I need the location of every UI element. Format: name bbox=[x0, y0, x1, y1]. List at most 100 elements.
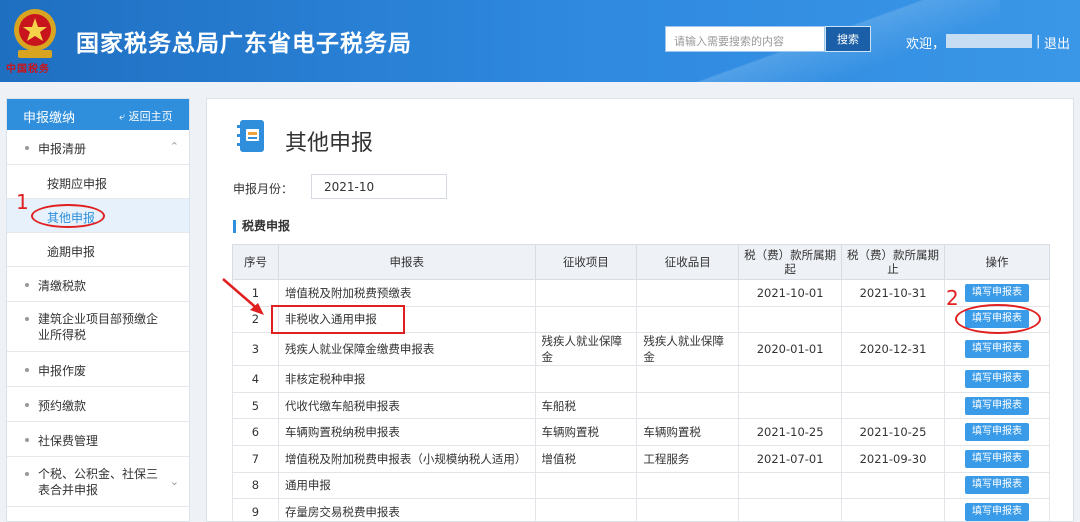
collection-item bbox=[534, 365, 638, 393]
collection-item bbox=[534, 279, 638, 307]
bullet-icon bbox=[25, 472, 29, 476]
back-home-link[interactable]: ⤶ 返回主页 bbox=[119, 108, 173, 124]
fill-form-button[interactable]: 填写申报表 bbox=[964, 396, 1029, 415]
action-cell: 填写申报表 bbox=[943, 391, 1051, 420]
period-end bbox=[841, 305, 945, 334]
column-header: 征收项目 bbox=[534, 244, 638, 280]
row-number: 3 bbox=[232, 332, 279, 367]
row-number: 8 bbox=[232, 471, 279, 500]
row-number: 5 bbox=[232, 391, 279, 420]
sidebar-item-void[interactable]: 申报作废 bbox=[7, 352, 189, 387]
sidebar-item-declaration-list[interactable]: 申报清册 ⌃ bbox=[7, 130, 189, 165]
table-row: 6 车辆购置税纳税申报表 车辆购置税 车辆购置税 2021-10-25 2021-10-2… bbox=[232, 418, 1051, 446]
collection-subitem bbox=[636, 391, 740, 420]
period-start: 2021-10-25 bbox=[738, 418, 843, 446]
action-cell: 填写申报表 bbox=[943, 279, 1051, 307]
sidebar-item-construction[interactable]: 建筑企业项目部预缴企业所得税 bbox=[7, 302, 189, 352]
fill-form-button[interactable]: 填写申报表 bbox=[964, 423, 1029, 442]
collection-item: 车船税 bbox=[534, 391, 638, 420]
collection-item bbox=[534, 305, 638, 334]
table-row: 1 增值税及附加税费预缴表 2021-10-01 2021-10-31 填写申报表 bbox=[232, 279, 1051, 307]
period-end bbox=[841, 365, 945, 393]
page-title: 其他申报 bbox=[285, 131, 374, 156]
period-start: 2021-07-01 bbox=[738, 444, 843, 473]
column-header: 序号 bbox=[232, 244, 279, 280]
table-row: 4 非核定税种申报 填写申报表 bbox=[232, 365, 1051, 393]
fill-form-button[interactable]: 填写申报表 bbox=[964, 476, 1029, 495]
period-start: 2020-01-01 bbox=[738, 332, 843, 367]
sidebar-item-social[interactable]: 社保费管理 bbox=[7, 422, 189, 457]
collection-subitem: 工程服务 bbox=[636, 444, 740, 473]
sidebar-item-label: 清缴税款 bbox=[38, 279, 87, 293]
collection-item bbox=[534, 471, 638, 500]
collection-subitem bbox=[636, 498, 740, 522]
declaration-table: 序号 申报表 征收项目 征收品目 税（费）款所属期起 税（费）款所属期止 操作 … bbox=[232, 244, 1051, 522]
annotation-circle-fill-button bbox=[955, 304, 1041, 334]
sidebar-item-label: 申报清册 bbox=[38, 142, 87, 156]
top-header: 中国税务 国家税务总局广东省电子税务局 请输入需要搜索的内容 搜索 欢迎， | … bbox=[0, 0, 1080, 82]
search-input[interactable]: 请输入需要搜索的内容 bbox=[665, 26, 825, 52]
period-start bbox=[738, 305, 843, 334]
bullet-icon bbox=[25, 317, 29, 321]
column-header: 税（费）款所属期止 bbox=[841, 244, 945, 280]
period-start bbox=[738, 391, 843, 420]
period-end: 2020-12-31 bbox=[841, 332, 945, 367]
annotation-number-2: 2 bbox=[946, 286, 959, 310]
action-cell: 填写申报表 bbox=[943, 365, 1051, 393]
month-field[interactable]: 2021-10 bbox=[311, 174, 447, 199]
annotation-box-nontax bbox=[271, 305, 405, 334]
sidebar-item-booking[interactable]: 预约缴款 bbox=[7, 387, 189, 422]
period-end: 2021-10-25 bbox=[841, 418, 945, 446]
annotation-circle-other bbox=[31, 204, 105, 228]
fill-form-button[interactable]: 填写申报表 bbox=[964, 502, 1029, 521]
month-label: 申报月份： bbox=[233, 182, 294, 196]
row-number: 7 bbox=[232, 444, 279, 473]
masked-username bbox=[946, 34, 1032, 48]
site-title: 国家税务总局广东省电子税务局 bbox=[76, 31, 412, 57]
sidebar-item-label: 社保费管理 bbox=[38, 434, 99, 448]
collection-subitem bbox=[636, 365, 740, 393]
table-row: 3 残疾人就业保障金缴费申报表 残疾人就业保障金 残疾人就业保障金 2020-01-01… bbox=[232, 332, 1051, 367]
sidebar-title: 申报缴纳 bbox=[23, 111, 76, 126]
bullet-icon bbox=[25, 146, 29, 150]
column-header: 征收品目 bbox=[636, 244, 740, 280]
sidebar: 申报缴纳 ⤶ 返回主页 申报清册 ⌃ 按期应申报 其他申报 逾期申报 清缴税款 … bbox=[6, 98, 190, 522]
sidebar-item-overdue[interactable]: 逾期申报 bbox=[7, 233, 189, 267]
form-name: 增值税及附加税费申报表（小规模纳税人适用） bbox=[277, 444, 536, 473]
row-number: 6 bbox=[232, 418, 279, 446]
collection-item: 车辆购置税 bbox=[534, 418, 638, 446]
search-button[interactable]: 搜索 bbox=[825, 26, 871, 52]
collection-subitem bbox=[636, 305, 740, 334]
form-name: 残疾人就业保障金缴费申报表 bbox=[277, 332, 536, 367]
sidebar-item-label: 个税、公积金、社保三表合并申报 bbox=[38, 467, 159, 497]
period-end: 2021-10-31 bbox=[841, 279, 945, 307]
collection-subitem bbox=[636, 279, 740, 307]
sidebar-item-combined[interactable]: 个税、公积金、社保三表合并申报 ⌄ bbox=[7, 457, 189, 507]
action-cell: 填写申报表 bbox=[943, 418, 1051, 446]
document-icon bbox=[237, 120, 264, 152]
table-row: 7 增值税及附加税费申报表（小规模纳税人适用） 增值税 工程服务 2021-07-01 2… bbox=[232, 444, 1051, 473]
annotation-arrow-icon bbox=[222, 278, 264, 315]
collection-subitem: 残疾人就业保障金 bbox=[636, 332, 740, 367]
sidebar-item-clear-tax[interactable]: 清缴税款 bbox=[7, 267, 189, 302]
back-home-label: 返回主页 bbox=[128, 110, 173, 123]
fill-form-button[interactable]: 填写申报表 bbox=[964, 283, 1029, 302]
section-title: 税费申报 bbox=[233, 220, 290, 233]
sidebar-header: 申报缴纳 ⤶ 返回主页 bbox=[7, 99, 189, 130]
annotation-number-1: 1 bbox=[16, 190, 29, 214]
collection-subitem: 车辆购置税 bbox=[636, 418, 740, 446]
logout-link[interactable]: 退出 bbox=[1044, 33, 1070, 52]
period-start bbox=[738, 471, 843, 500]
collection-item bbox=[534, 498, 638, 522]
sidebar-item-periodic[interactable]: 按期应申报 bbox=[7, 165, 189, 199]
form-name: 车辆购置税纳税申报表 bbox=[277, 418, 536, 446]
sidebar-item-label: 建筑企业项目部预缴企业所得税 bbox=[38, 312, 159, 342]
tax-emblem-icon bbox=[14, 9, 56, 58]
fill-form-button[interactable]: 填写申报表 bbox=[964, 449, 1029, 468]
sidebar-item-label: 申报作废 bbox=[38, 364, 87, 378]
arrow-back-icon: ⤶ bbox=[119, 110, 126, 123]
fill-form-button[interactable]: 填写申报表 bbox=[964, 340, 1029, 359]
bullet-icon bbox=[25, 438, 29, 442]
sidebar-item-label: 逾期申报 bbox=[47, 245, 96, 259]
fill-form-button[interactable]: 填写申报表 bbox=[964, 369, 1029, 388]
